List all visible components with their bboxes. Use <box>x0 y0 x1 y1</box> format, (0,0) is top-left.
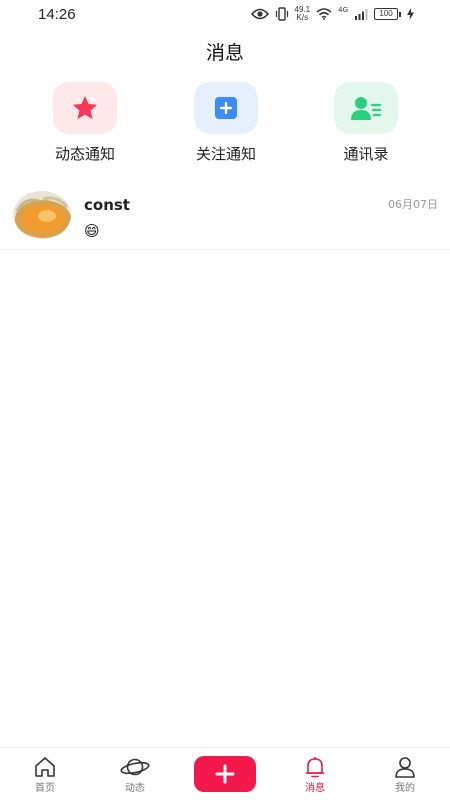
battery-level: 100 <box>374 8 398 20</box>
dynamic-notice-entry[interactable]: 动态通知 <box>40 82 130 164</box>
conversation-name: const <box>84 196 130 214</box>
page-title: 消息 <box>205 42 244 64</box>
quick-entry-label: 动态通知 <box>54 145 115 163</box>
network-type: 4G <box>338 6 348 14</box>
star-icon <box>53 82 117 134</box>
plus-square-icon <box>194 82 258 134</box>
contacts-entry[interactable]: 通讯录 <box>321 82 411 164</box>
planet-icon <box>120 758 150 776</box>
tab-label: 首页 <box>35 783 55 794</box>
wifi-icon <box>316 8 332 20</box>
quick-entry-label: 关注通知 <box>195 145 256 163</box>
conversation-preview: 😄 <box>84 222 100 240</box>
tab-profile[interactable]: 我的 <box>365 748 445 800</box>
battery-icon: 100 <box>374 8 401 20</box>
plus-icon <box>215 764 235 784</box>
conversation-time: 06月07日 <box>388 198 438 211</box>
contacts-icon <box>334 82 398 134</box>
follow-notice-entry[interactable]: 关注通知 <box>181 82 271 164</box>
post-button[interactable] <box>194 756 256 792</box>
quick-entry-label: 通讯录 <box>343 145 389 163</box>
conversation-item[interactable]: const 😄 06月07日 <box>0 184 450 250</box>
home-icon <box>35 757 55 777</box>
bell-icon <box>306 757 324 778</box>
charging-icon <box>407 8 414 20</box>
signal-icon <box>355 9 368 20</box>
tab-label: 消息 <box>305 783 325 794</box>
tab-messages[interactable]: 消息 <box>275 748 355 800</box>
tab-home[interactable]: 首页 <box>5 748 85 800</box>
status-time: 14:26 <box>38 6 76 23</box>
tab-label: 动态 <box>125 783 145 794</box>
tab-bar: 首页 动态 消息 我的 <box>0 747 450 800</box>
avatar <box>13 191 71 239</box>
status-bar: 14:26 49.1 K/s 4G 100 <box>0 0 450 30</box>
vibrate-icon <box>275 7 288 21</box>
user-icon <box>395 757 415 778</box>
status-icons: 49.1 K/s 4G 100 <box>250 5 414 22</box>
network-speed: 49.1 K/s <box>294 5 311 22</box>
tab-label: 我的 <box>395 783 415 794</box>
tab-dynamic[interactable]: 动态 <box>95 748 175 800</box>
eye-icon <box>250 8 269 20</box>
